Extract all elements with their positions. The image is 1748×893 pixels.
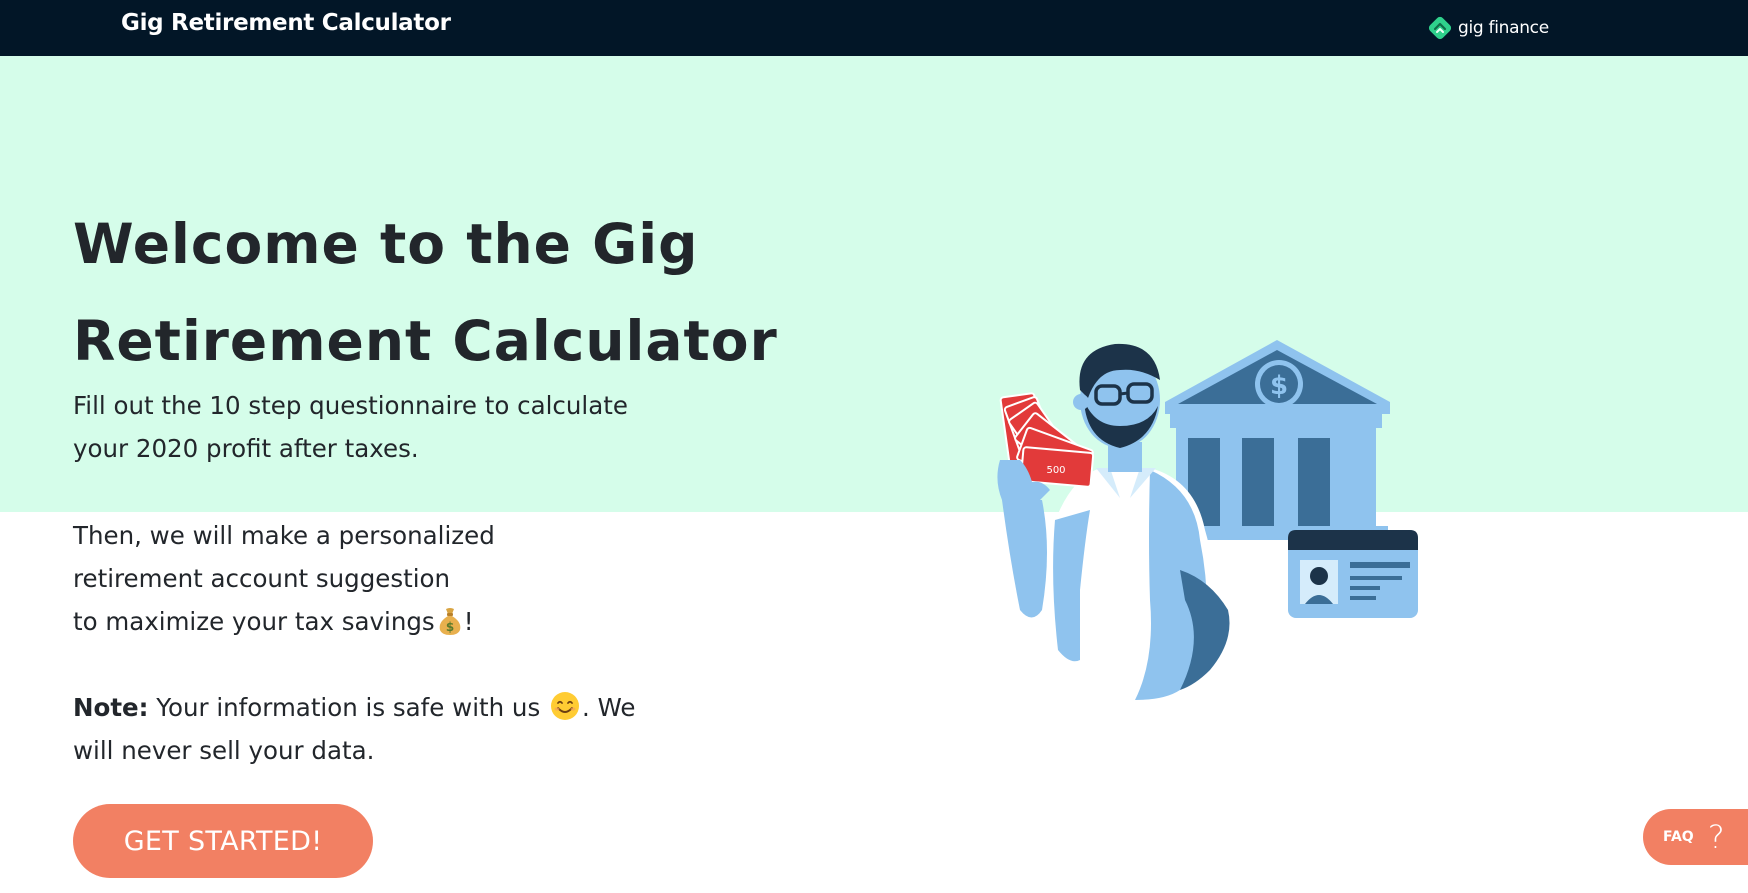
suggestion-line-2: retirement account suggestion xyxy=(73,564,451,593)
privacy-note-paragraph: Note: Your information is safe with us .… xyxy=(73,686,713,772)
suggestion-line-1: Then, we will make a personalized xyxy=(73,521,495,550)
page-title-line-1: Welcome to the Gig xyxy=(73,212,699,276)
note-line-1: Note: Your information is safe with us .… xyxy=(73,686,713,729)
intro-paragraph: Fill out the 10 step questionnaire to ca… xyxy=(73,384,713,470)
app-title[interactable]: Gig Retirement Calculator xyxy=(121,10,451,36)
faq-label: FAQ xyxy=(1663,829,1694,845)
smiling-face-icon xyxy=(551,692,580,720)
intro-line-2: your 2020 profit after taxes. xyxy=(73,434,419,463)
note-text-1: Your information is safe with us xyxy=(148,693,549,722)
man-with-cash-bank-id-card-illustration: $ 500 xyxy=(997,340,1418,701)
note-line-2: will never sell your data. xyxy=(73,736,375,765)
gig-finance-logo-icon xyxy=(1428,16,1452,40)
top-navigation-bar: Gig Retirement Calculator gig finance xyxy=(0,0,1748,56)
intro-line-1: Fill out the 10 step questionnaire to ca… xyxy=(73,391,628,420)
svg-text:$: $ xyxy=(1270,371,1288,401)
suggestion-line-3-end: ! xyxy=(463,607,474,636)
brand-name: gig finance xyxy=(1458,18,1549,38)
suggestion-line-3-text: to maximize your tax savings xyxy=(73,607,435,636)
id-card-icon xyxy=(1288,530,1418,618)
svg-text:$: $ xyxy=(446,620,454,634)
svg-text:500: 500 xyxy=(1046,465,1065,476)
page-title-line-2: Retirement Calculator xyxy=(73,309,778,373)
note-text-2: . We xyxy=(582,693,636,722)
suggestion-paragraph: Then, we will make a personalized retire… xyxy=(73,514,713,643)
get-started-button[interactable]: GET STARTED! xyxy=(73,804,373,878)
gig-finance-brand-link[interactable]: gig finance xyxy=(1428,13,1549,43)
money-bag-icon: $ xyxy=(439,608,461,635)
page-title: Welcome to the Gig Retirement Calculator xyxy=(73,196,793,390)
faq-button[interactable]: FAQ ? xyxy=(1643,809,1748,865)
question-mark-icon: ? xyxy=(1707,818,1725,856)
note-label: Note: xyxy=(73,693,149,722)
suggestion-line-3: to maximize your tax savings $ ! xyxy=(73,600,713,643)
